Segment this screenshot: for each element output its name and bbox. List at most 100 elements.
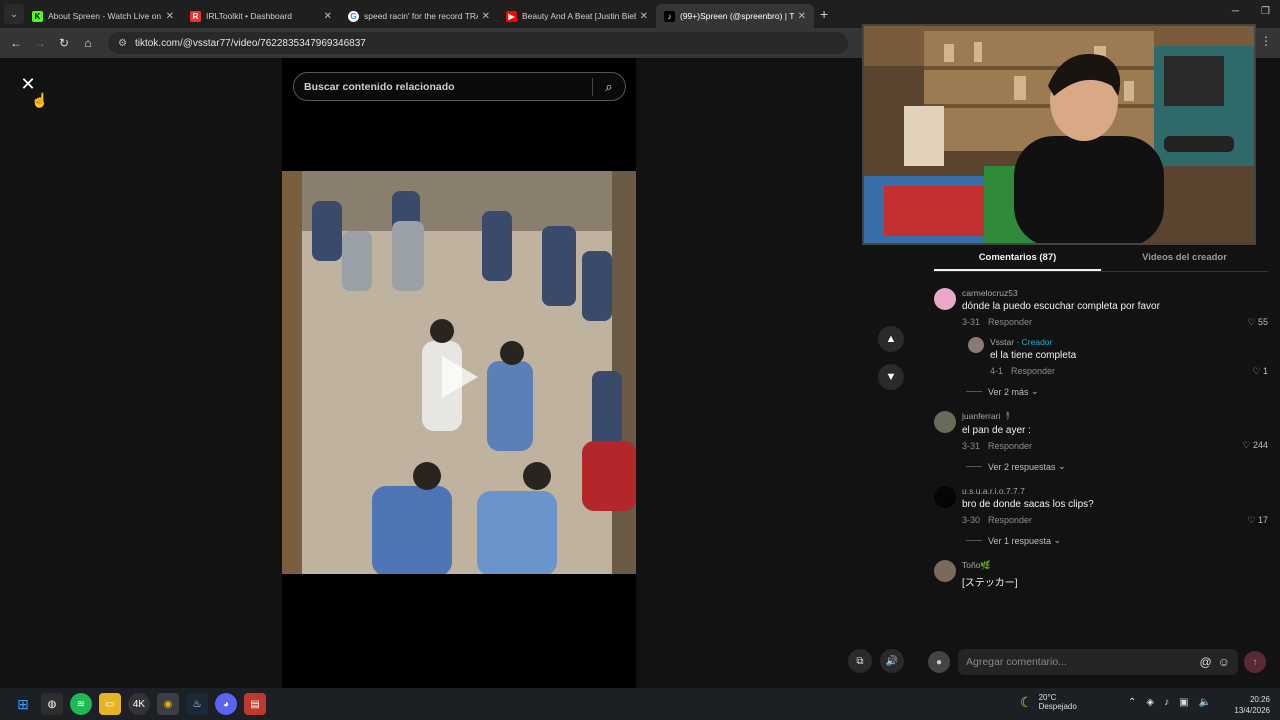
- emoji-icon[interactable]: ☺: [1218, 655, 1230, 669]
- search-icon[interactable]: ⌕: [593, 79, 625, 95]
- video-nav: ▲ ▼: [878, 326, 904, 402]
- weather-desc: Despejado: [1038, 702, 1077, 711]
- previous-video-button[interactable]: ▲: [878, 326, 904, 352]
- comment-input[interactable]: Agregar comentario... @ ☺: [958, 649, 1238, 675]
- avatar[interactable]: [934, 560, 956, 582]
- extensions-icon[interactable]: ⋮: [1260, 34, 1272, 48]
- system-clock[interactable]: 20:26 13/4/2026: [1234, 694, 1270, 716]
- view-more-replies[interactable]: Ver 2 respuestas ⌄: [966, 461, 1268, 472]
- microphone-icon[interactable]: ♪: [1164, 697, 1169, 708]
- restore-icon[interactable]: ❐: [1261, 6, 1270, 17]
- mention-icon[interactable]: @: [1200, 655, 1212, 669]
- url-text: tiktok.com/@vsstar77/video/7622835347969…: [134, 37, 366, 49]
- file-explorer-icon[interactable]: ▭: [99, 693, 121, 715]
- tiktok-icon: ♪: [664, 10, 675, 22]
- browser-tab[interactable]: K About Spreen - Watch Live on K ✕: [24, 4, 182, 28]
- view-more-replies[interactable]: Ver 1 respuesta ⌄: [966, 535, 1268, 546]
- irltoolkit-icon: R: [190, 10, 201, 22]
- back-icon[interactable]: ←: [4, 36, 28, 50]
- avatar[interactable]: [968, 337, 984, 353]
- like-count: 1: [1262, 366, 1268, 376]
- play-icon[interactable]: [442, 356, 478, 398]
- close-icon[interactable]: ✕: [482, 11, 490, 22]
- site-info-icon[interactable]: ⚙: [118, 38, 127, 49]
- browser-tab[interactable]: G speed racin' for the record TRA ✕: [340, 4, 498, 28]
- app-icon[interactable]: ▤: [244, 693, 266, 715]
- like-button[interactable]: ♡ 1: [1252, 366, 1268, 377]
- app-icon[interactable]: ◍: [41, 693, 63, 715]
- clock-time: 20:26: [1249, 695, 1270, 704]
- tab-title: IRLToolkit • Dashboard: [206, 11, 292, 21]
- search-input[interactable]: Buscar contenido relacionado: [304, 81, 592, 93]
- avatar[interactable]: [934, 486, 956, 508]
- comment-text: el pan de ayer :: [962, 425, 1031, 436]
- comment-text: bro de donde sacas los clips?: [962, 499, 1094, 510]
- reply-button[interactable]: Responder: [988, 515, 1032, 525]
- tab-comments[interactable]: Comentarios (87): [934, 246, 1101, 271]
- player-controls: ⧉ 🔊: [848, 649, 904, 673]
- network-icon[interactable]: ▣: [1179, 697, 1188, 708]
- view-more-replies[interactable]: Ver 2 más ⌄: [966, 386, 1268, 397]
- comment-text: el la tiene completa: [990, 350, 1077, 361]
- speaker-icon[interactable]: 🔈: [1199, 697, 1211, 708]
- reply-button[interactable]: Responder: [988, 441, 1032, 451]
- tab-title: speed racin' for the record TRA: [364, 11, 478, 21]
- chevron-up-icon[interactable]: ⌃: [1128, 697, 1136, 708]
- tab-title: About Spreen - Watch Live on K: [48, 11, 162, 21]
- close-icon[interactable]: ✕: [640, 11, 648, 22]
- comment-username[interactable]: Toño🌿: [962, 560, 1268, 571]
- comment-username[interactable]: juanferrari 🕴: [962, 411, 1268, 422]
- like-count: 55: [1257, 317, 1268, 327]
- creator-badge: Creador: [1021, 337, 1053, 347]
- home-icon[interactable]: ⌂: [76, 36, 100, 50]
- tab-creator-videos[interactable]: Videos del creador: [1101, 246, 1268, 271]
- avatar[interactable]: [934, 411, 956, 433]
- like-button[interactable]: ♡ 17: [1247, 515, 1268, 526]
- discord-icon[interactable]: ◕: [215, 693, 237, 715]
- comment-date: 3-30: [962, 515, 981, 525]
- comment-username[interactable]: Vsstar: [990, 337, 1014, 347]
- avatar[interactable]: [934, 288, 956, 310]
- reply-button[interactable]: Responder: [988, 317, 1032, 327]
- clock-date: 13/4/2026: [1234, 706, 1270, 715]
- url-field[interactable]: ⚙ tiktok.com/@vsstar77/video/76228353479…: [108, 32, 848, 54]
- like-count: 244: [1252, 440, 1268, 450]
- like-count: 17: [1257, 515, 1268, 525]
- close-icon[interactable]: ✕: [324, 11, 332, 22]
- close-video-button[interactable]: ✕: [18, 74, 38, 94]
- minimize-icon[interactable]: ─: [1232, 6, 1239, 17]
- video-app-icon[interactable]: 4K: [128, 693, 150, 715]
- new-tab-icon[interactable]: +: [820, 6, 828, 22]
- comment-date: 3-31: [962, 441, 981, 451]
- security-icon[interactable]: ◈: [1146, 697, 1154, 708]
- chrome-icon[interactable]: ◉: [157, 693, 179, 715]
- like-button[interactable]: ♡ 244: [1242, 440, 1268, 451]
- like-button[interactable]: ♡ 55: [1247, 317, 1268, 328]
- spotify-icon[interactable]: ≋: [70, 693, 92, 715]
- steam-icon[interactable]: ♨: [186, 693, 208, 715]
- windows-start-icon[interactable]: ⊞: [12, 693, 34, 715]
- comment-username[interactable]: carmelocruz53: [962, 288, 1268, 298]
- google-icon: G: [348, 10, 359, 22]
- reply-button[interactable]: Responder: [1011, 366, 1055, 376]
- weather-widget[interactable]: ☾ 20°C Despejado: [1020, 693, 1077, 711]
- comment-username[interactable]: u.s.u.a.r.i.o.7.7.7: [962, 486, 1268, 496]
- close-icon[interactable]: ✕: [166, 11, 174, 22]
- browser-tab[interactable]: R IRLToolkit • Dashboard ✕: [182, 4, 340, 28]
- related-search[interactable]: Buscar contenido relacionado ⌕: [293, 72, 626, 101]
- windows-taskbar: ⊞ ◍ ≋ ▭ 4K ◉ ♨ ◕ ▤ ☾ 20°C Despejado ⌃ ◈ …: [0, 688, 1280, 720]
- forward-icon[interactable]: →: [28, 36, 52, 50]
- browser-tab-active[interactable]: ♪ (99+)Spreen (@spreenbro) | Tik ✕: [656, 4, 814, 28]
- comment-date: 4-1: [990, 366, 1004, 376]
- comments-tabs: Comentarios (87) Videos del creador: [934, 246, 1268, 272]
- next-video-button[interactable]: ▼: [878, 364, 904, 390]
- send-button[interactable]: ↑: [1244, 651, 1266, 673]
- volume-icon[interactable]: 🔊: [880, 649, 904, 673]
- video-player[interactable]: [282, 171, 636, 574]
- reload-icon[interactable]: ↻: [52, 36, 76, 50]
- pip-icon[interactable]: ⧉: [848, 649, 872, 673]
- close-icon[interactable]: ✕: [798, 11, 806, 22]
- browser-tab[interactable]: ▶ Beauty And A Beat [Justin Bieb ✕: [498, 4, 656, 28]
- chevron-down-icon[interactable]: ⌄: [4, 4, 24, 24]
- youtube-icon: ▶: [506, 10, 517, 22]
